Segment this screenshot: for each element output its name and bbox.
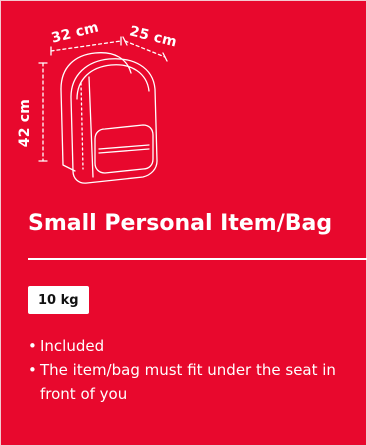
small-personal-item-card: 32 cm 25 cm 42 cm Small Personal Item/Ba… [0,0,367,446]
height-dimension-label: 42 cm [17,51,33,147]
feature-item-included: • Included [28,334,348,358]
bag-title: Small Personal Item/Bag [28,211,333,236]
weight-badge: 10 kg [28,286,89,314]
title-divider [28,258,367,260]
feature-text: Included [40,337,105,355]
bullet: • [28,337,37,355]
bullet: • [28,361,37,379]
height-dimension-text: 42 cm [17,99,33,148]
feature-item-size-rule: • The item/bag must fit under the seat i… [28,358,348,406]
feature-list: • Included • The item/bag must fit under… [28,334,348,406]
feature-text: The item/bag must fit under the seat in … [40,361,336,403]
